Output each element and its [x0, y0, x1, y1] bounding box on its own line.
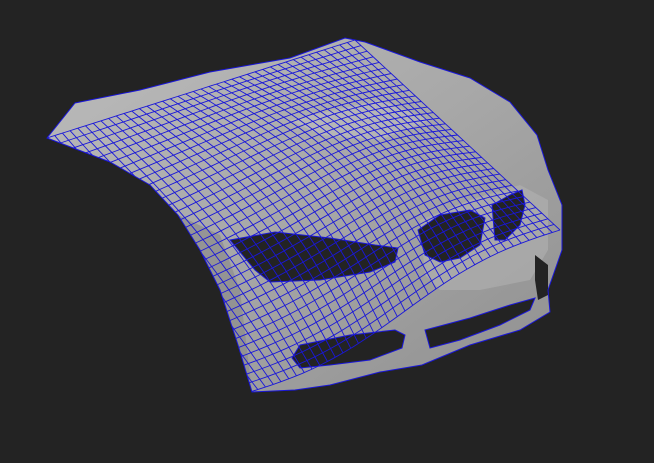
mesh-render: [46, 37, 563, 393]
3d-viewport[interactable]: [0, 0, 654, 463]
